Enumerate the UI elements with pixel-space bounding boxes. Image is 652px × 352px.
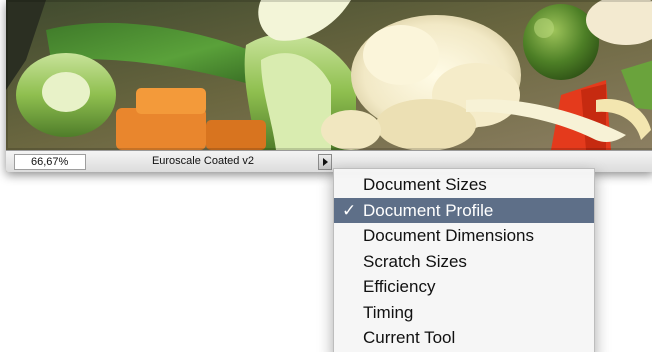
- menu-item-label: Timing: [363, 302, 414, 322]
- menu-item-scratch-sizes[interactable]: Scratch Sizes: [334, 249, 594, 275]
- menu-item-label: Efficiency: [363, 277, 436, 296]
- menu-item-document-sizes[interactable]: Document Sizes: [334, 172, 594, 198]
- document-window: 66,67% Euroscale Coated v2: [6, 0, 652, 172]
- menu-item-label: Document Profile: [363, 200, 494, 220]
- checkmark-icon: ✓: [342, 200, 357, 220]
- screen: 66,67% Euroscale Coated v2 Document Size…: [0, 0, 652, 352]
- menu-item-label: Scratch Sizes: [363, 251, 467, 271]
- menu-item-label: Document Sizes: [363, 175, 487, 194]
- document-profile-label: Euroscale Coated v2: [151, 155, 255, 167]
- document-image[interactable]: [6, 0, 652, 150]
- menu-item-label: Current Tool: [363, 328, 456, 347]
- status-info-menu: Document Sizes ✓ Document Profile Docume…: [333, 168, 595, 352]
- menu-item-document-profile[interactable]: ✓ Document Profile: [334, 197, 594, 223]
- zoom-field[interactable]: 66,67%: [14, 154, 86, 170]
- menu-item-document-dimensions[interactable]: Document Dimensions: [334, 223, 594, 249]
- menu-item-efficiency[interactable]: Efficiency: [334, 274, 594, 300]
- menu-item-current-tool[interactable]: Current Tool: [334, 325, 594, 351]
- right-triangle-icon[interactable]: [318, 154, 332, 170]
- vegetable-photo: [6, 0, 652, 150]
- menu-item-label: Document Dimensions: [363, 226, 535, 245]
- menu-item-timing[interactable]: Timing: [334, 300, 594, 326]
